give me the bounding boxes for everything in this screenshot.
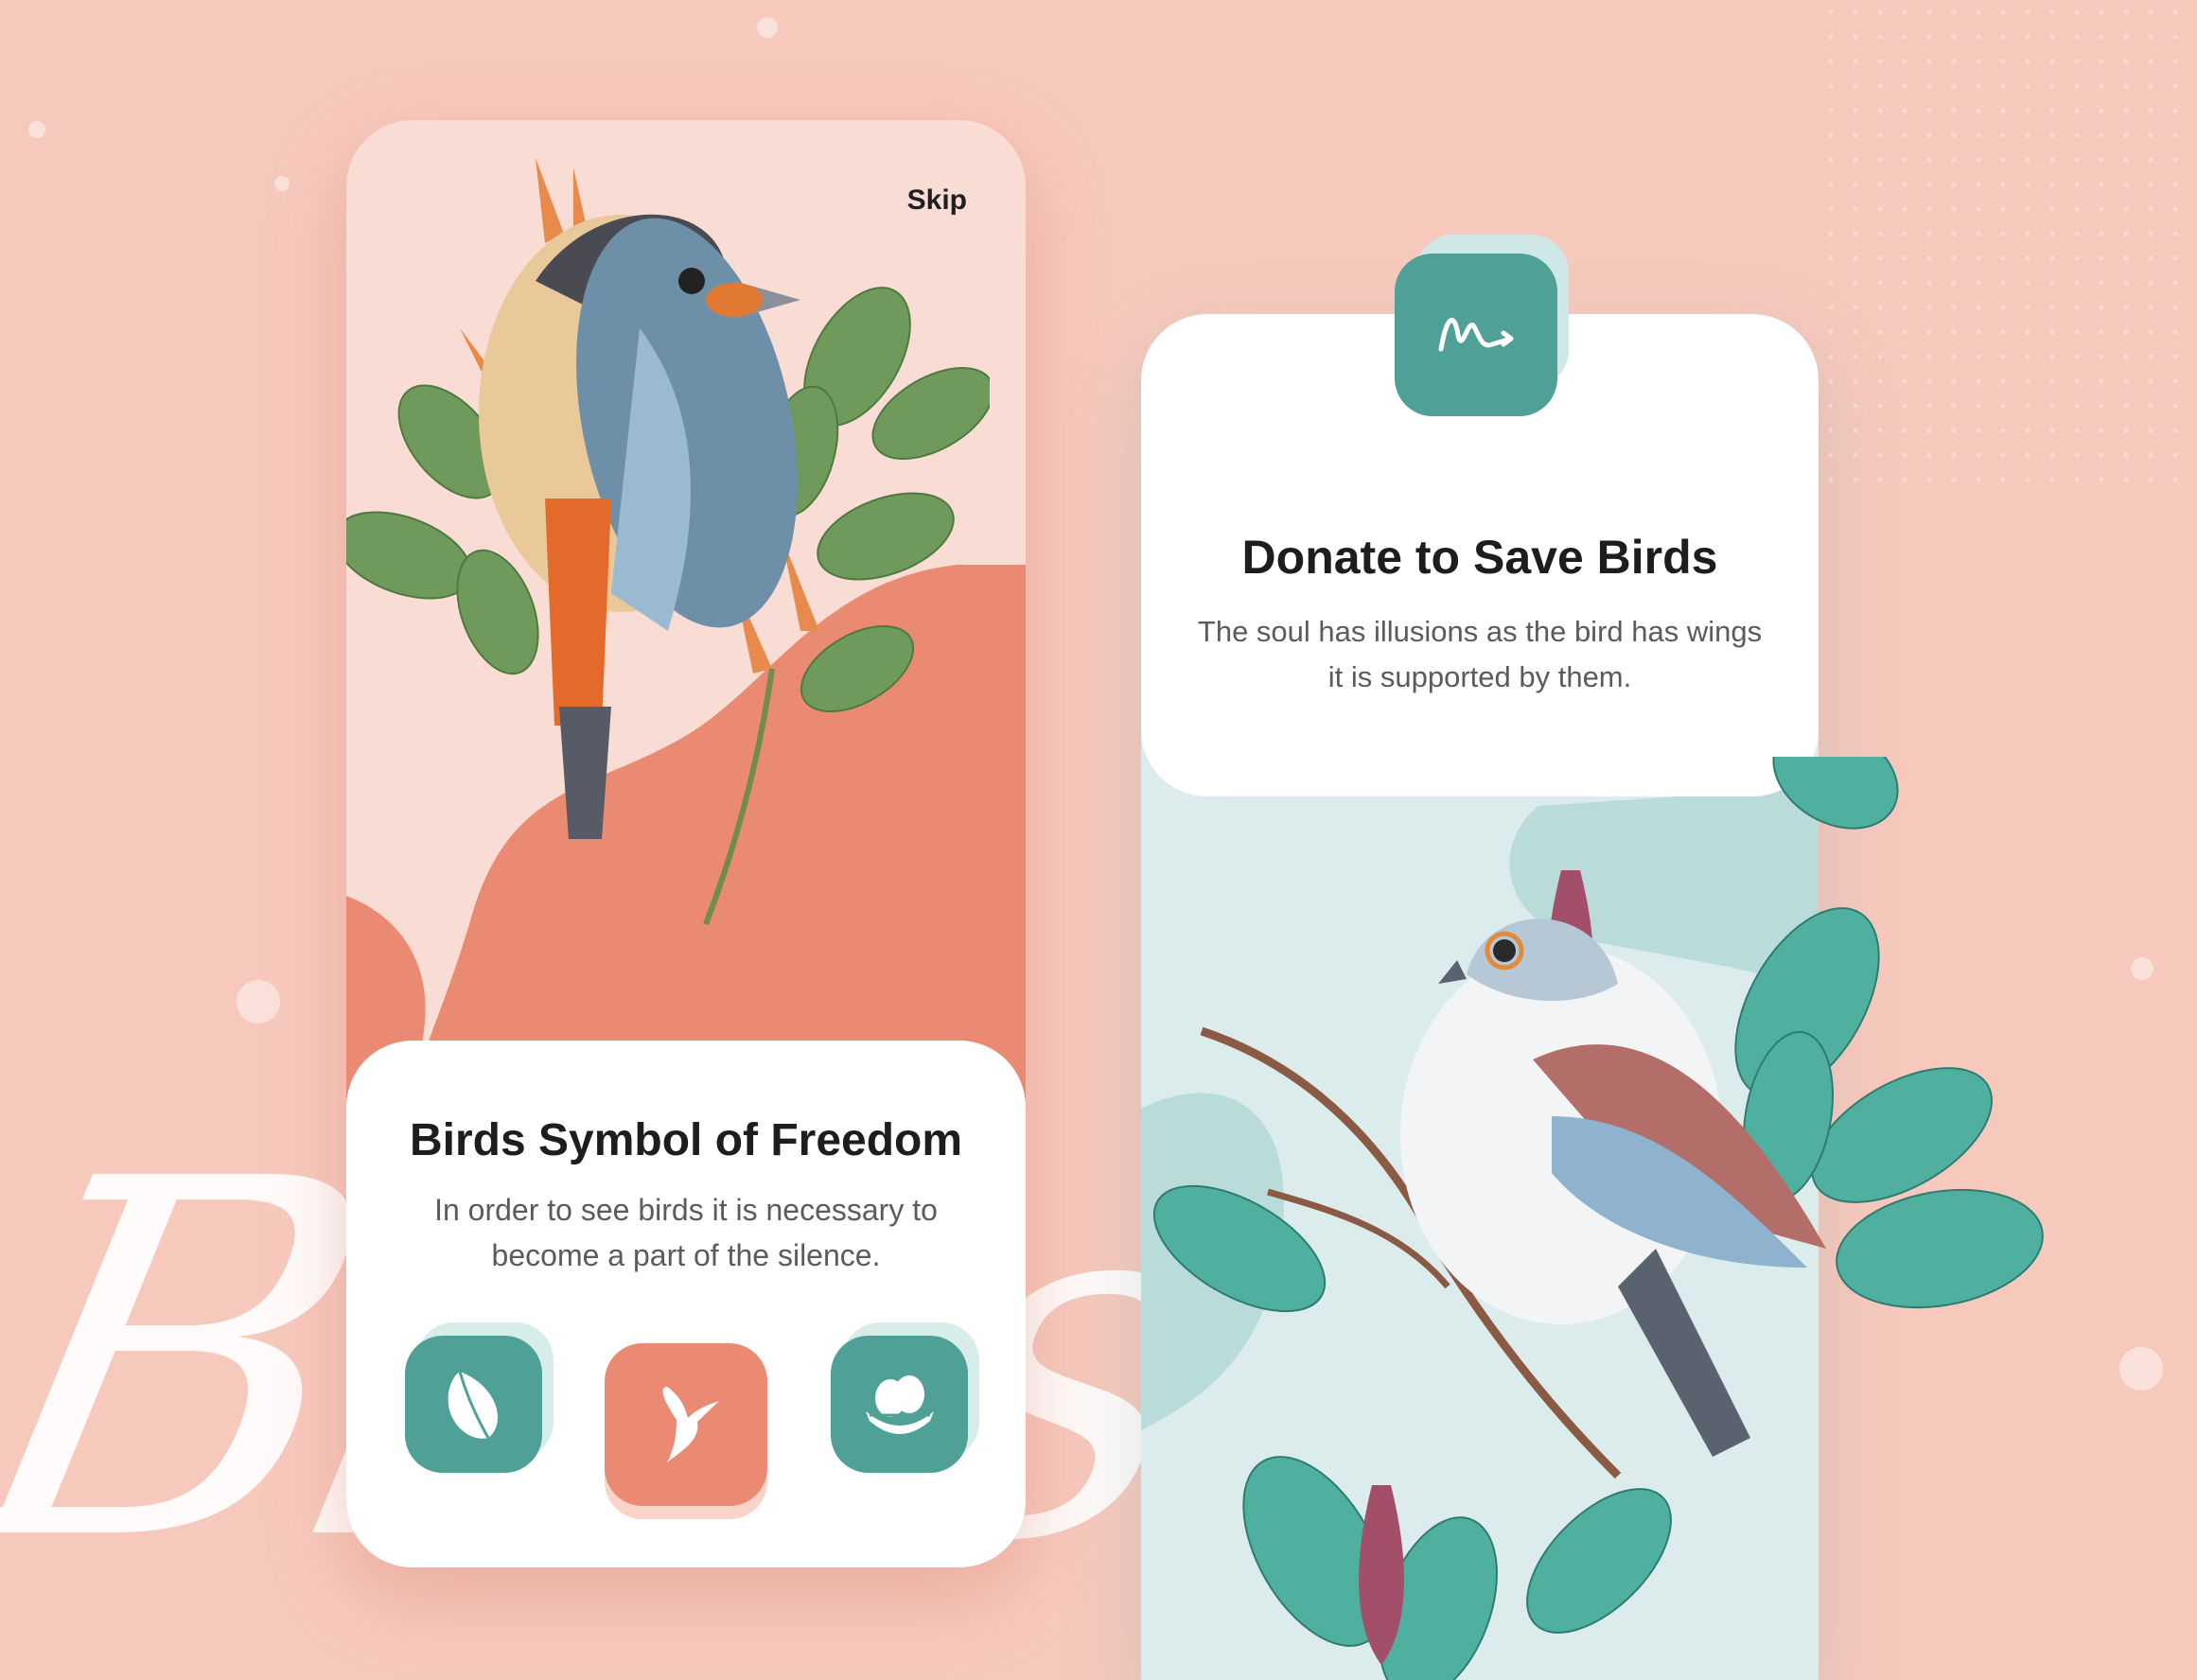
bubble (274, 176, 290, 191)
hummingbird-icon (662, 1387, 719, 1462)
feather-icon (448, 1371, 498, 1439)
bubble (2131, 957, 2153, 980)
onboarding-card: Birds Symbol of Freedom In order to see … (346, 1041, 1026, 1567)
donate-description: The soul has illusions as the bird has w… (1197, 615, 1763, 693)
donate-title: Donate to Save Birds (1241, 531, 1718, 584)
nest-eggs-icon (865, 1374, 934, 1434)
skip-button[interactable]: Skip (907, 184, 967, 217)
onboarding-description: In order to see birds it is necessary to… (434, 1193, 938, 1272)
falcon-illustration (1152, 757, 2044, 1680)
onboarding-screen: Skip Birds Symbol of Freedom In order to… (346, 120, 1026, 1567)
bubble (28, 121, 45, 138)
category-icon-row (346, 1324, 1026, 1506)
hummingbird-button[interactable] (605, 1343, 767, 1506)
bubble (237, 980, 280, 1024)
onboarding-title: Birds Symbol of Freedom (409, 1115, 963, 1165)
bird-illustration (346, 158, 990, 926)
dot-pattern (1819, 0, 2197, 492)
feather-button[interactable] (405, 1336, 542, 1473)
nest-button[interactable] (831, 1336, 968, 1473)
bubble (757, 17, 778, 38)
bubble (2119, 1347, 2163, 1391)
donate-badge[interactable] (1395, 254, 1557, 416)
signature-icon (1438, 317, 1514, 352)
